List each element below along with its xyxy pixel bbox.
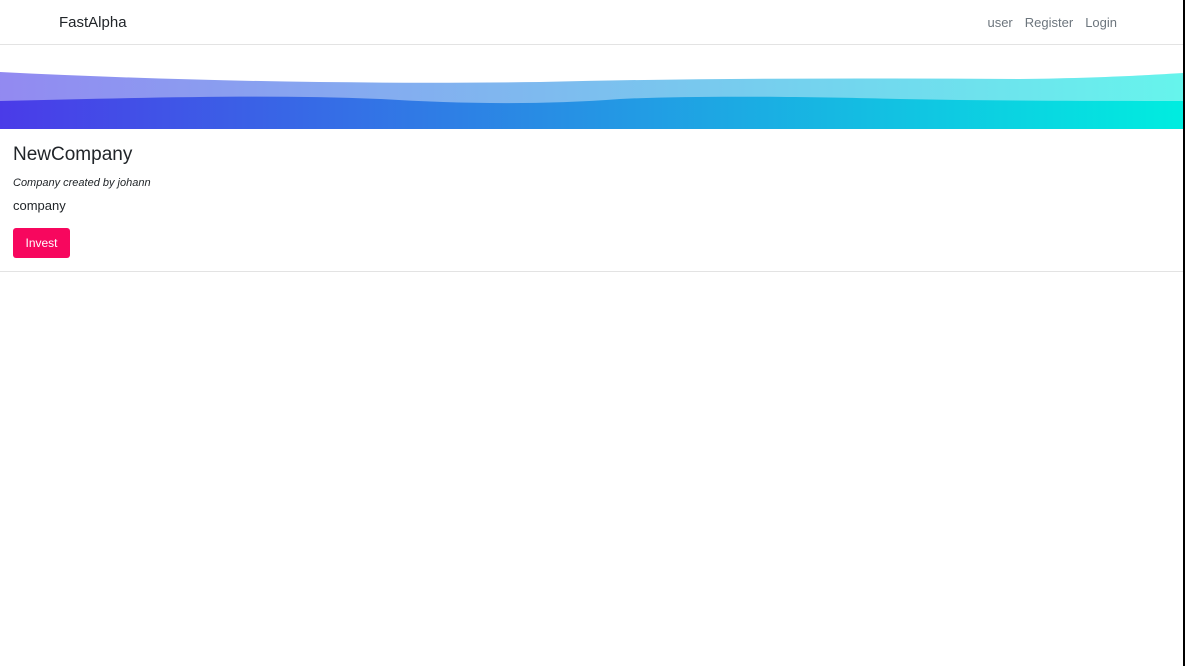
nav-link-user[interactable]: user [987,13,1012,33]
company-card: NewCompany Company created by johann com… [0,129,1183,272]
nav-links: user Register Login [987,13,1117,33]
wave-graphic [0,72,1183,129]
company-description: company [13,198,66,213]
top-navbar: FastAlpha user Register Login [0,0,1183,45]
invest-button[interactable]: Invest [13,228,70,258]
brand-link[interactable]: FastAlpha [59,13,127,33]
company-name: NewCompany [13,144,133,165]
nav-link-login[interactable]: Login [1085,13,1117,33]
wave-front-layer [0,96,1183,129]
wave-banner [0,72,1183,129]
nav-link-register[interactable]: Register [1025,13,1073,33]
company-subtitle: Company created by johann [13,177,151,189]
